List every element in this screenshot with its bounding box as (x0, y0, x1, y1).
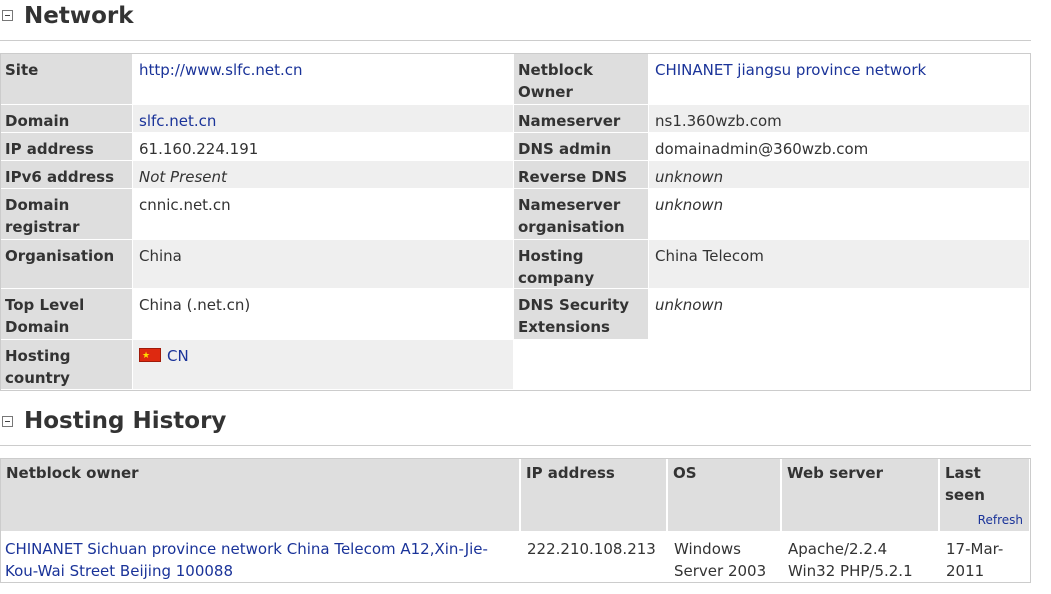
nameserver-organisation-value: unknown (649, 189, 1029, 239)
label-ipv6-address: IPv6 address (1, 161, 132, 188)
dns-admin-value: domainadmin@360wzb.com (649, 133, 1029, 160)
label-dns-security-extensions: DNS Security Extensions (514, 289, 648, 339)
hosting-history-section-header: Hosting History (0, 405, 1031, 446)
label-site: Site (1, 54, 132, 104)
label-organisation: Organisation (1, 240, 132, 288)
label-hosting-country: Hosting country (1, 340, 132, 389)
header-web-server: Web server (782, 459, 938, 531)
history-os: Windows Server 2003 (674, 540, 767, 580)
reverse-dns-value: unknown (649, 161, 1029, 188)
hosting-company-value: China Telecom (649, 240, 1029, 288)
hosting-history-title: Hosting History (24, 408, 227, 434)
label-domain-registrar: Domain registrar (1, 189, 132, 239)
history-last-seen: 17-Mar-2011 (946, 540, 1004, 580)
network-title: Network (24, 3, 134, 29)
dns-security-extensions-value: unknown (649, 289, 1029, 339)
china-flag-icon (139, 345, 161, 367)
refresh-link[interactable]: Refresh (978, 513, 1023, 527)
hosting-country-cell: CN (133, 340, 513, 389)
header-netblock-owner: Netblock owner (1, 459, 519, 531)
label-nameserver-organisation: Nameserver organisation (514, 189, 648, 239)
netblock-owner-link[interactable]: CHINANET jiangsu province network (649, 54, 1029, 104)
domain-link[interactable]: slfc.net.cn (133, 105, 513, 132)
history-ip-address: 222.210.108.213 (527, 540, 656, 558)
ip-address-value: 61.160.224.191 (133, 133, 513, 160)
network-section-header: Network (0, 0, 1031, 41)
hosting-country-link[interactable]: CN (167, 347, 189, 365)
label-reverse-dns: Reverse DNS (514, 161, 648, 188)
site-link[interactable]: http://www.slfc.net.cn (133, 54, 513, 104)
top-level-domain-value: China (.net.cn) (133, 289, 513, 339)
label-ip-address: IP address (1, 133, 132, 160)
domain-registrar-value: cnnic.net.cn (133, 189, 513, 239)
header-last-seen-label: Last seen (945, 464, 985, 504)
collapse-icon[interactable] (2, 416, 13, 427)
history-owner-link[interactable]: CHINANET Sichuan province network China … (1, 533, 519, 582)
nameserver-value: ns1.360wzb.com (649, 105, 1029, 132)
history-web-server: Apache/2.2.4 Win32 PHP/5.2.1 (788, 540, 913, 580)
label-nameserver: Nameserver (514, 105, 648, 132)
label-domain: Domain (1, 105, 132, 132)
collapse-icon[interactable] (2, 10, 13, 21)
label-hosting-company: Hosting company (514, 240, 648, 288)
label-netblock-owner: Netblock Owner (514, 54, 648, 104)
ipv6-value: Not Present (133, 161, 513, 188)
header-os: OS (668, 459, 780, 531)
organisation-value: China (133, 240, 513, 288)
header-ip-address: IP address (521, 459, 666, 531)
label-top-level-domain: Top Level Domain (1, 289, 132, 339)
label-dns-admin: DNS admin (514, 133, 648, 160)
header-last-seen: Last seen Refresh (940, 459, 1029, 531)
